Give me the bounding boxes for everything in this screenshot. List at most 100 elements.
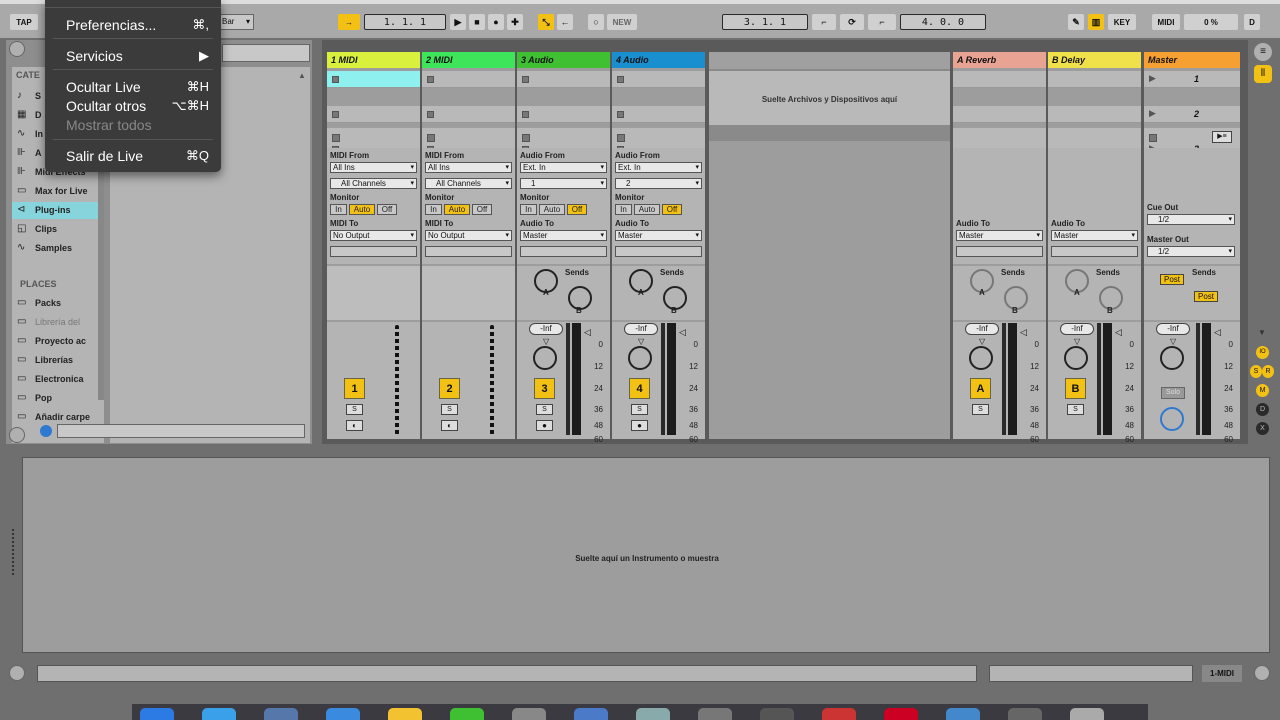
stop-all-clips-button[interactable] — [1149, 134, 1157, 142]
input-source-dropdown[interactable]: All Ins ▾ — [330, 162, 417, 173]
output-channel-field[interactable] — [425, 246, 512, 257]
bar-option-dropdown[interactable]: Bar ▾ — [218, 14, 254, 30]
punch-in-button[interactable]: ⌐ — [812, 14, 836, 30]
browser-category-item[interactable]: ∿ Samples — [12, 240, 100, 257]
monitor-off-button[interactable]: Off — [662, 204, 682, 215]
crossfade-icon[interactable]: ▶≡ — [1212, 131, 1232, 143]
play-button[interactable]: ▶ — [450, 14, 466, 30]
return-title[interactable]: B Delay — [1048, 52, 1141, 68]
detail-view-toggle[interactable] — [9, 665, 25, 681]
io-toggle[interactable]: IO — [1256, 346, 1269, 359]
clip-slot[interactable] — [612, 106, 705, 123]
dock-app-icon[interactable] — [574, 708, 608, 720]
dock-app-icon[interactable] — [264, 708, 298, 720]
clip-stop-icon[interactable] — [332, 76, 339, 83]
pan-knob[interactable] — [1160, 346, 1184, 370]
dock-app-icon[interactable] — [822, 708, 856, 720]
monitor-in-button[interactable]: In — [330, 204, 347, 215]
browser-search-field[interactable] — [222, 44, 310, 62]
arm-button[interactable]: ◐ — [441, 420, 458, 431]
clip-stop-icon[interactable] — [522, 111, 529, 118]
track-activator-button[interactable]: 3 — [534, 378, 555, 399]
browser-place-item[interactable]: ▭ Librería del — [12, 314, 100, 331]
dock-app-icon[interactable] — [1070, 708, 1104, 720]
detail-resize-handle[interactable] — [12, 529, 16, 575]
clip-stop-icon[interactable] — [332, 111, 339, 118]
clip-slot[interactable] — [422, 71, 515, 88]
master-solo-button[interactable]: Solo — [1161, 387, 1185, 399]
arm-button[interactable]: ● — [536, 420, 553, 431]
cue-post-button[interactable]: Post — [1160, 274, 1184, 285]
volume-field[interactable]: -Inf — [624, 323, 658, 335]
browser-category-item[interactable]: ◱ Clips — [12, 221, 100, 238]
computer-midi-keyboard-button[interactable]: ▥ — [1088, 14, 1104, 30]
status-toggle[interactable] — [1254, 665, 1270, 681]
groove-pool-toggle[interactable] — [9, 427, 25, 443]
monitor-off-button[interactable]: Off — [472, 204, 492, 215]
input-channel-dropdown[interactable]: All Channels ▾ — [425, 178, 512, 189]
return-activator-button[interactable]: A — [970, 378, 991, 399]
output-dropdown[interactable]: Master ▾ — [615, 230, 702, 241]
output-dropdown[interactable]: No Output ▾ — [330, 230, 417, 241]
pan-knob[interactable] — [969, 346, 993, 370]
arm-button[interactable]: ◐ — [346, 420, 363, 431]
menu-item-0[interactable]: Preferencias... ⌘, — [45, 17, 221, 36]
browser-place-item[interactable]: ▭ Packs — [12, 295, 100, 312]
crossfader-toggle[interactable]: X — [1256, 422, 1269, 435]
solo-button[interactable]: S — [1067, 404, 1084, 415]
clip-stop-icon[interactable] — [522, 76, 529, 83]
mixer-toggle[interactable]: M — [1256, 384, 1269, 397]
browser-place-item[interactable]: ▭ Pop — [12, 390, 100, 407]
input-channel-dropdown[interactable]: All Channels ▾ — [330, 178, 417, 189]
loop-start[interactable]: 3. 1. 1 — [722, 14, 808, 30]
master-title[interactable]: Master — [1144, 52, 1240, 68]
clip-stop-icon[interactable] — [427, 111, 434, 118]
preview-toggle-icon[interactable] — [40, 425, 52, 437]
clip-slot[interactable] — [327, 106, 420, 123]
output-dropdown[interactable]: Master ▾ — [520, 230, 607, 241]
new-button[interactable]: NEW — [607, 14, 637, 30]
clip-stop-icon[interactable] — [617, 76, 624, 83]
sends-toggle[interactable]: S — [1250, 365, 1262, 378]
stop-button[interactable]: ■ — [469, 14, 485, 30]
stop-clips-button[interactable] — [332, 134, 340, 142]
master-out-dropdown[interactable]: 1/2 ▾ — [1147, 246, 1235, 257]
track-title[interactable]: 3 Audio — [517, 52, 610, 68]
dock-app-icon[interactable] — [760, 708, 794, 720]
monitor-in-button[interactable]: In — [425, 204, 442, 215]
show-browser-toggle[interactable] — [9, 41, 25, 57]
dock-app-icon[interactable] — [140, 708, 174, 720]
monitor-auto-button[interactable]: Auto — [634, 204, 660, 215]
volume-field[interactable]: -Inf — [529, 323, 563, 335]
return-activator-button[interactable]: B — [1065, 378, 1086, 399]
dock-app-icon[interactable] — [326, 708, 360, 720]
clip-slot[interactable] — [327, 71, 420, 88]
solo-button[interactable]: S — [631, 404, 648, 415]
arm-button[interactable]: ● — [631, 420, 648, 431]
menu-item-1[interactable]: Servicios ▶ — [45, 48, 221, 67]
return-output-channel[interactable] — [1051, 246, 1138, 257]
dock-app-icon[interactable] — [1008, 708, 1042, 720]
browser-place-item[interactable]: ▭ Proyecto ac — [12, 333, 100, 350]
input-channel-dropdown[interactable]: 2 ▾ — [615, 178, 702, 189]
key-map-button[interactable]: KEY — [1108, 14, 1136, 30]
fader-arrow-icon[interactable]: ◁ — [1020, 327, 1027, 338]
cue-volume-knob[interactable] — [1160, 407, 1184, 431]
overdub-button[interactable]: ✚ — [507, 14, 523, 30]
tap-button[interactable]: TAP — [10, 14, 38, 30]
monitor-in-button[interactable]: In — [615, 204, 632, 215]
record-button[interactable]: ● — [488, 14, 504, 30]
session-view-icon[interactable]: ⫴ — [1254, 65, 1272, 83]
monitor-auto-button[interactable]: Auto — [349, 204, 375, 215]
dock-app-icon[interactable] — [388, 708, 422, 720]
menu-item-2[interactable]: Ocultar Live ⌘H — [45, 79, 221, 98]
dock-app-icon[interactable] — [512, 708, 546, 720]
fader-arrow-icon[interactable]: ◁ — [1115, 327, 1122, 338]
loop-length[interactable]: 4. 0. 0 — [900, 14, 986, 30]
return-output-channel[interactable] — [956, 246, 1043, 257]
play-scene-icon[interactable]: ▶ — [1149, 73, 1156, 84]
track-activator-button[interactable]: 1 — [344, 378, 365, 399]
output-channel-field[interactable] — [615, 246, 702, 257]
clip-stop-icon[interactable] — [617, 111, 624, 118]
output-dropdown[interactable]: No Output ▾ — [425, 230, 512, 241]
